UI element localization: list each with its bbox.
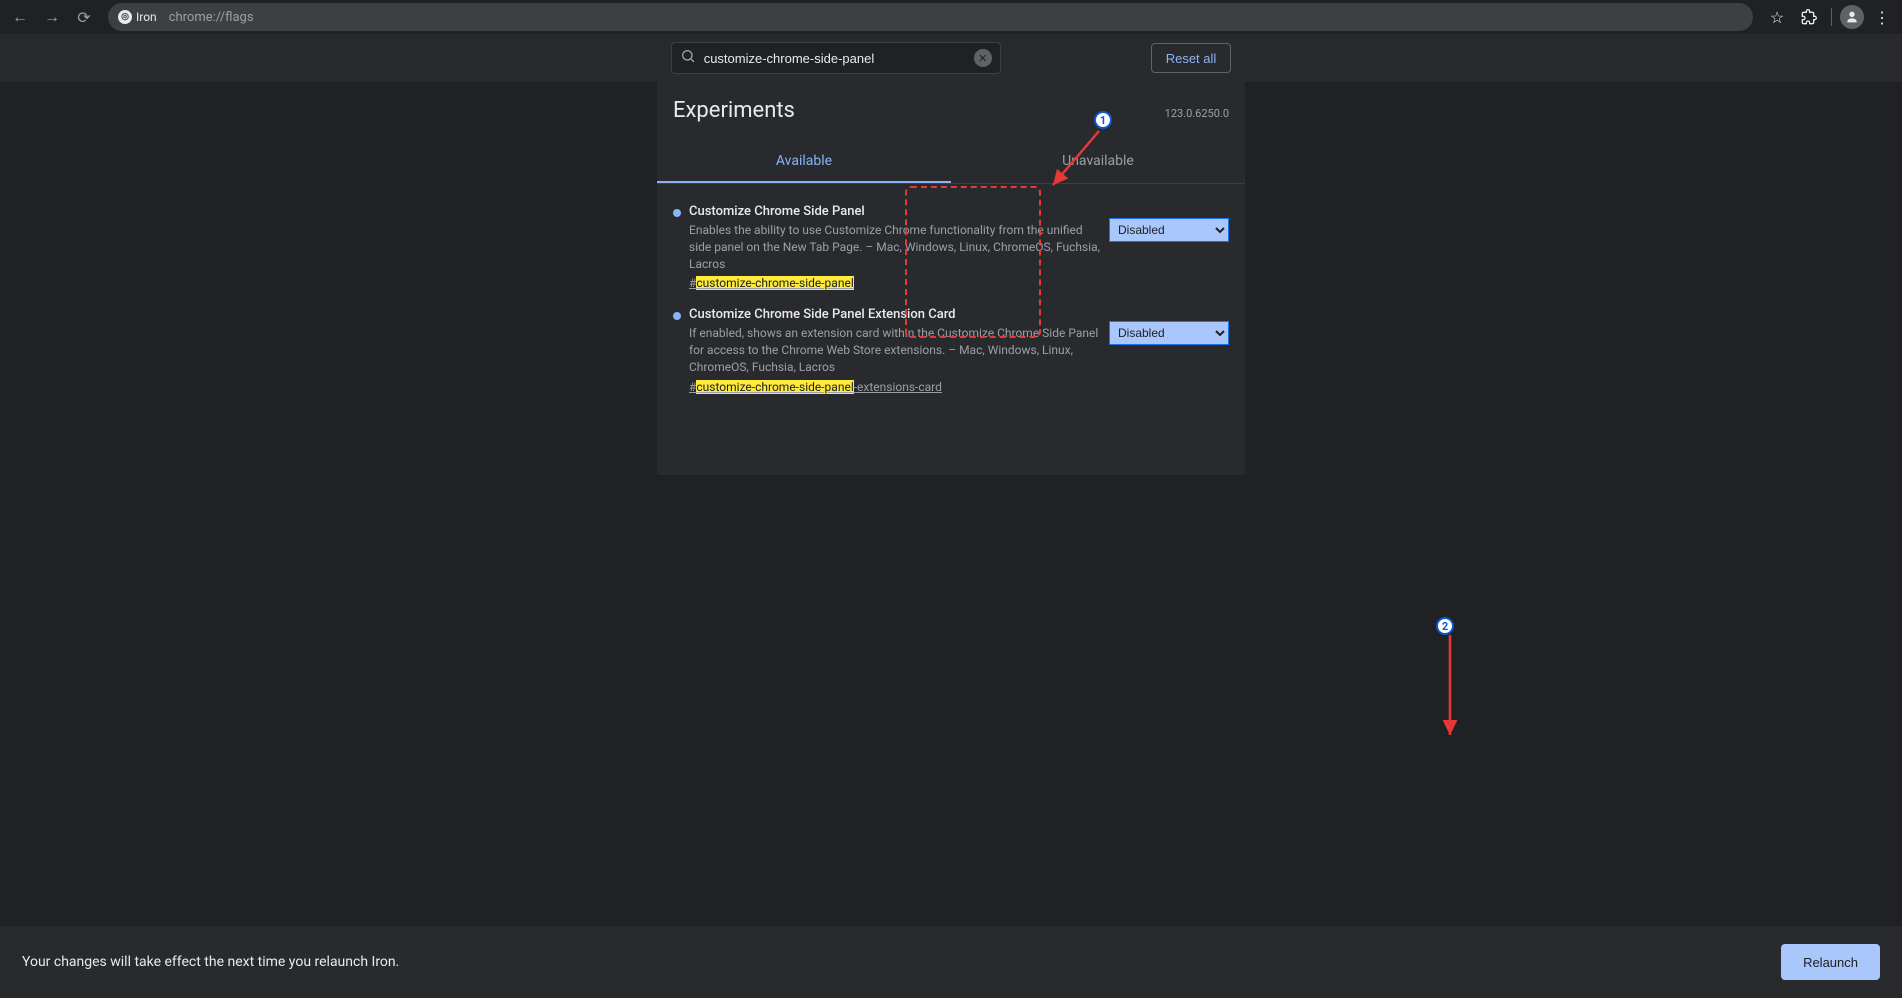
browser-toolbar: ← → ⟳ ◎ Iron chrome://flags ☆ ⋮	[0, 0, 1902, 34]
flag-state-select[interactable]: Disabled	[1109, 218, 1229, 242]
flag-description: Enables the ability to use Customize Chr…	[689, 222, 1101, 272]
site-name: Iron	[136, 10, 157, 24]
flag-body: Customize Chrome Side Panel Enables the …	[689, 204, 1101, 291]
card-header: Experiments 123.0.6250.0	[657, 82, 1245, 123]
address-bar[interactable]: ◎ Iron chrome://flags	[108, 3, 1753, 31]
profile-avatar[interactable]	[1840, 5, 1864, 29]
page-header: ✕ Reset all	[0, 34, 1902, 82]
experiments-card: Experiments 123.0.6250.0 Available Unava…	[657, 82, 1245, 475]
page-title: Experiments	[673, 98, 795, 123]
modified-dot-icon	[673, 209, 681, 217]
flags-list: Customize Chrome Side Panel Enables the …	[657, 184, 1245, 415]
tabs: Available Unavailable	[657, 141, 1245, 184]
flag-row: Customize Chrome Side Panel Enables the …	[673, 196, 1229, 299]
extensions-icon[interactable]	[1795, 3, 1823, 31]
bookmark-star-icon[interactable]: ☆	[1763, 3, 1791, 31]
flag-hash-link[interactable]: #customize-chrome-side-panel-extensions-…	[689, 380, 942, 394]
flag-title: Customize Chrome Side Panel Extension Ca…	[689, 307, 1101, 322]
tab-available[interactable]: Available	[657, 141, 951, 183]
flag-select-wrap: Disabled	[1109, 321, 1229, 345]
relaunch-bar: Your changes will take effect the next t…	[0, 926, 1902, 998]
tab-unavailable[interactable]: Unavailable	[951, 141, 1245, 183]
reset-all-button[interactable]: Reset all	[1151, 43, 1232, 73]
modified-dot-icon	[673, 312, 681, 320]
annotation-marker-2: 2	[1436, 617, 1454, 635]
relaunch-message: Your changes will take effect the next t…	[22, 954, 399, 970]
menu-kebab-icon[interactable]: ⋮	[1868, 3, 1896, 31]
relaunch-button[interactable]: Relaunch	[1781, 944, 1880, 980]
flag-description: If enabled, shows an extension card with…	[689, 325, 1101, 375]
clear-search-icon[interactable]: ✕	[974, 49, 992, 67]
search-input[interactable]	[704, 51, 966, 66]
site-icon: ◎	[118, 10, 132, 24]
url-text: chrome://flags	[169, 10, 254, 25]
annotation-arrow-2-icon	[1443, 633, 1457, 743]
back-button[interactable]: ←	[6, 3, 34, 31]
version-label: 123.0.6250.0	[1165, 107, 1229, 120]
divider	[1831, 8, 1832, 26]
search-box[interactable]: ✕	[671, 42, 1001, 74]
forward-button[interactable]: →	[38, 3, 66, 31]
search-icon	[680, 48, 696, 68]
flag-hash-link[interactable]: #customize-chrome-side-panel	[689, 276, 854, 290]
flag-state-select[interactable]: Disabled	[1109, 321, 1229, 345]
flag-select-wrap: Disabled	[1109, 218, 1229, 242]
flag-body: Customize Chrome Side Panel Extension Ca…	[689, 307, 1101, 394]
flag-row: Customize Chrome Side Panel Extension Ca…	[673, 299, 1229, 402]
site-identity: ◎ Iron	[118, 10, 157, 24]
flag-title: Customize Chrome Side Panel	[689, 204, 1101, 219]
toolbar-right: ☆ ⋮	[1763, 3, 1896, 31]
annotation-marker-1: 1	[1094, 111, 1112, 129]
reload-button[interactable]: ⟳	[70, 3, 98, 31]
